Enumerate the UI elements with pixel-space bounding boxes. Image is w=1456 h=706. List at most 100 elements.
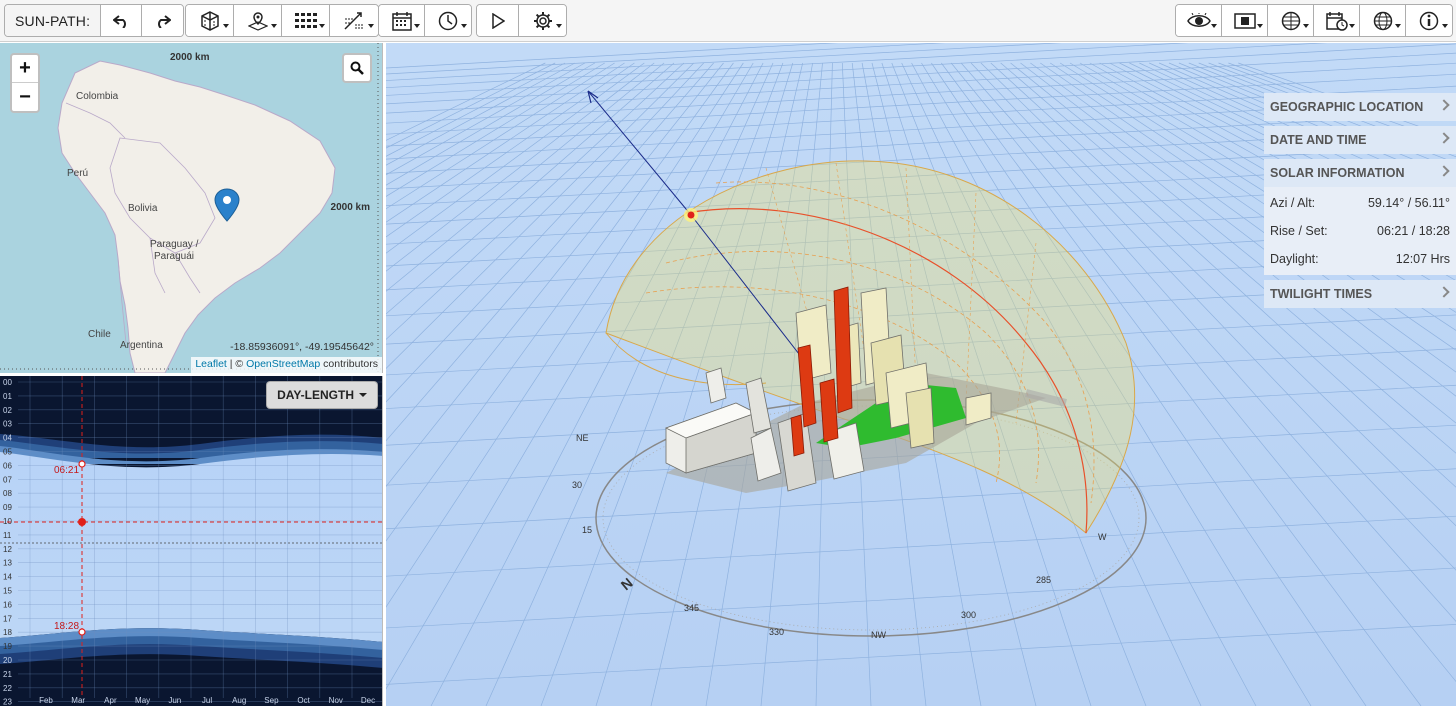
clock-button[interactable]: [425, 5, 471, 36]
clock-icon: [438, 11, 458, 30]
day-length-label: DAY-LENGTH: [277, 388, 354, 402]
hour-tick-label: 04: [3, 434, 12, 443]
section-geographic-location[interactable]: GEOGRAPHIC LOCATION: [1264, 93, 1456, 121]
current-time-marker[interactable]: [78, 518, 86, 526]
redo-button[interactable]: [142, 5, 184, 36]
day-length-chart[interactable]: 00 01 02 03 04 05 06 07 08 09 10 11 12 13 14 15 16 17 18 19…: [0, 376, 383, 706]
country-label: Paraguay /: [150, 239, 199, 250]
globe-grid-icon: [1281, 11, 1300, 30]
app-label: SUN-PATH:: [5, 5, 102, 36]
country-label: Bolivia: [128, 203, 158, 214]
solar-info-rows: Azi / Alt: 59.14° / 56.11° Rise / Set: 06:…: [1264, 187, 1456, 275]
section-title: SOLAR INFORMATION: [1270, 166, 1405, 180]
section-date-and-time[interactable]: DATE AND TIME: [1264, 126, 1456, 154]
draw-button[interactable]: [330, 5, 378, 36]
hour-tick-label: 05: [3, 448, 12, 457]
map-coordinates: -18.85936091°, -49.19545642°: [230, 341, 374, 353]
redo-icon: [157, 14, 171, 28]
leaflet-link[interactable]: Leaflet: [195, 358, 227, 370]
toolbar-group-history: SUN-PATH:: [4, 4, 185, 37]
compass-label: NE: [576, 433, 589, 443]
info-icon: [1419, 11, 1439, 30]
sun-position-marker[interactable]: [687, 211, 695, 219]
chevron-right-icon: [1438, 132, 1450, 144]
chevron-down-icon: [359, 393, 367, 397]
section-title: GEOGRAPHIC LOCATION: [1270, 100, 1424, 114]
search-icon: [350, 61, 364, 75]
chevron-right-icon: [1438, 165, 1450, 177]
hour-tick-label: 16: [3, 600, 12, 609]
section-title: DATE AND TIME: [1270, 133, 1367, 147]
zoom-control: + −: [10, 53, 40, 113]
play-button[interactable]: [477, 5, 519, 36]
day-length-plot: 0001020304050607080910111213141516171819…: [0, 376, 382, 706]
globe-grid-button[interactable]: [1268, 5, 1314, 36]
toolbar-group-tools: [185, 4, 379, 37]
day-length-dropdown[interactable]: DAY-LENGTH: [266, 381, 378, 409]
visibility-button[interactable]: [1176, 5, 1222, 36]
map-search-button[interactable]: [342, 53, 372, 83]
month-tick-label: Mar: [71, 696, 85, 705]
hour-tick-label: 18: [3, 628, 12, 637]
sunrise-marker: [78, 460, 86, 468]
compass-label: 330: [769, 627, 784, 637]
hour-tick-label: 09: [3, 503, 12, 512]
location-pin-icon: [247, 11, 268, 31]
undo-button[interactable]: [101, 5, 143, 36]
info-row: Daylight: 12:07 Hrs: [1270, 252, 1450, 266]
info-row: Azi / Alt: 59.14° / 56.11°: [1270, 196, 1450, 210]
compass-label: 300: [961, 610, 976, 620]
hour-tick-label: 08: [3, 489, 12, 498]
osm-link[interactable]: OpenStreetMap: [246, 358, 320, 370]
month-tick-label: Sep: [264, 696, 279, 705]
toolbar: SUN-PATH:: [0, 0, 1456, 42]
hour-tick-label: 22: [3, 684, 12, 693]
month-tick-label: May: [135, 696, 150, 705]
hour-tick-label: 06: [3, 461, 12, 470]
gear-icon: [533, 11, 552, 30]
calendar-clock-button[interactable]: [1314, 5, 1360, 36]
zoom-out-button[interactable]: −: [12, 83, 38, 111]
hour-tick-label: 21: [3, 670, 12, 679]
globe-button[interactable]: [1360, 5, 1406, 36]
hour-tick-label: 14: [3, 573, 12, 582]
grid-button[interactable]: [282, 5, 330, 36]
month-tick-label: Dec: [361, 696, 375, 705]
month-tick-label: Aug: [232, 696, 246, 705]
building-icon: [200, 10, 219, 31]
calendar-clock-icon: [1325, 11, 1348, 31]
eye-icon: [1186, 12, 1211, 27]
country-label: Perú: [67, 168, 89, 179]
compass-label: W: [1098, 532, 1107, 542]
toolbar-group-view: [1175, 4, 1453, 37]
compass-label: 30: [572, 480, 582, 490]
hour-tick-label: 15: [3, 587, 12, 596]
compass-label: 15: [582, 525, 592, 535]
hour-tick-label: 23: [3, 698, 12, 706]
month-tick-label: Apr: [104, 696, 117, 705]
country-label: Chile: [88, 329, 111, 340]
compass-label: 285: [1036, 575, 1051, 585]
calendar-button[interactable]: [379, 5, 425, 36]
location-map[interactable]: Colombia Perú Bolivia Paraguay / Paraguá…: [0, 43, 383, 373]
settings-button[interactable]: [519, 5, 566, 36]
zoom-in-button[interactable]: +: [12, 55, 38, 83]
info-panel: GEOGRAPHIC LOCATION DATE AND TIME SOLAR …: [1264, 93, 1456, 313]
sunrise-label: 06:21: [54, 465, 79, 476]
chevron-right-icon: [1438, 99, 1450, 111]
compass-label: 345: [684, 603, 699, 613]
hour-tick-label: 17: [3, 614, 12, 623]
hour-tick-label: 03: [3, 420, 12, 429]
info-button[interactable]: [1406, 5, 1452, 36]
country-label: Argentina: [120, 340, 163, 351]
country-label: Paraguái: [154, 251, 195, 262]
building-button[interactable]: [186, 5, 234, 36]
section-twilight-times[interactable]: TWILIGHT TIMES: [1264, 280, 1456, 308]
draw-tool-icon: [344, 11, 363, 30]
3d-sun-path-view[interactable]: N 345 330 NW 300 285 W NE 30 15 GEOGRAPH…: [386, 43, 1456, 706]
location-button[interactable]: [234, 5, 282, 36]
month-tick-label: Jun: [168, 696, 181, 705]
undo-icon: [113, 14, 127, 28]
section-solar-information[interactable]: SOLAR INFORMATION: [1264, 159, 1456, 187]
display-button[interactable]: [1222, 5, 1268, 36]
